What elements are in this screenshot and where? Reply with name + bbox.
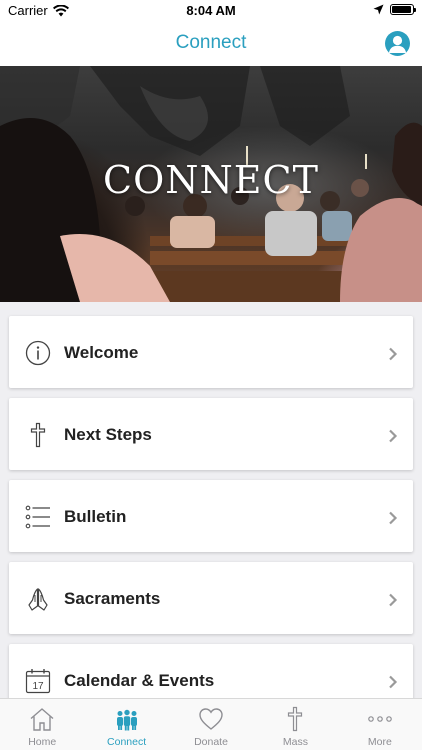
tab-more[interactable]: More xyxy=(338,699,422,750)
profile-button[interactable] xyxy=(385,31,410,56)
chevron-right-icon xyxy=(389,511,398,525)
status-time: 8:04 AM xyxy=(186,3,236,18)
tab-label: Connect xyxy=(107,736,147,748)
menu-item-next-steps[interactable]: Next Steps xyxy=(9,398,413,470)
info-icon xyxy=(25,340,51,366)
tab-donate[interactable]: Donate xyxy=(169,699,253,750)
battery-icon xyxy=(390,4,416,15)
home-icon xyxy=(30,708,54,731)
status-bar: Carrier 8:04 AM xyxy=(0,0,422,22)
people-icon xyxy=(116,709,137,731)
user-icon xyxy=(388,35,407,53)
tab-home[interactable]: Home xyxy=(0,699,84,750)
heart-icon xyxy=(199,708,223,730)
hero-title: CONNECT xyxy=(103,158,319,202)
menu-item-label: Next Steps xyxy=(64,425,152,444)
chevron-right-icon xyxy=(389,593,398,607)
praying-hands-icon xyxy=(28,588,48,611)
tab-label: Donate xyxy=(194,736,228,748)
nav-bar: Connect xyxy=(0,22,422,66)
tab-label: More xyxy=(367,736,392,748)
battery-level xyxy=(392,6,411,13)
cross-icon xyxy=(30,422,46,448)
menu-item-welcome[interactable]: Welcome xyxy=(9,316,413,388)
more-icon xyxy=(368,716,392,722)
tab-connect[interactable]: Connect xyxy=(84,699,168,750)
menu-item-label: Welcome xyxy=(64,343,139,362)
app-screen: Carrier 8:04 AM Connect CONNECT Welcome … xyxy=(0,0,422,750)
menu-item-label: Bulletin xyxy=(64,507,127,526)
menu-item-label: Sacraments xyxy=(64,589,161,608)
hero-banner: CONNECT xyxy=(0,66,422,302)
cross-icon xyxy=(288,706,303,732)
menu-item-bulletin[interactable]: Bulletin xyxy=(9,480,413,552)
menu-list: Welcome Next Steps Bulletin Sacraments 1… xyxy=(9,316,413,726)
list-icon xyxy=(25,505,50,529)
page-title: Connect xyxy=(175,32,247,53)
calendar-icon: 17 xyxy=(25,669,51,694)
tab-label: Mass xyxy=(282,736,308,748)
status-right xyxy=(373,4,416,15)
tab-label: Home xyxy=(28,736,57,748)
menu-item-label: Calendar & Events xyxy=(64,671,215,690)
tab-bar: Home Connect Donate Mass More xyxy=(0,698,422,750)
calendar-day-text: 17 xyxy=(32,681,44,692)
chevron-right-icon xyxy=(389,675,398,689)
menu-item-sacraments[interactable]: Sacraments xyxy=(9,562,413,634)
location-arrow-icon xyxy=(373,4,384,15)
chevron-right-icon xyxy=(389,429,398,443)
tab-mass[interactable]: Mass xyxy=(253,699,337,750)
chevron-right-icon xyxy=(389,347,398,361)
